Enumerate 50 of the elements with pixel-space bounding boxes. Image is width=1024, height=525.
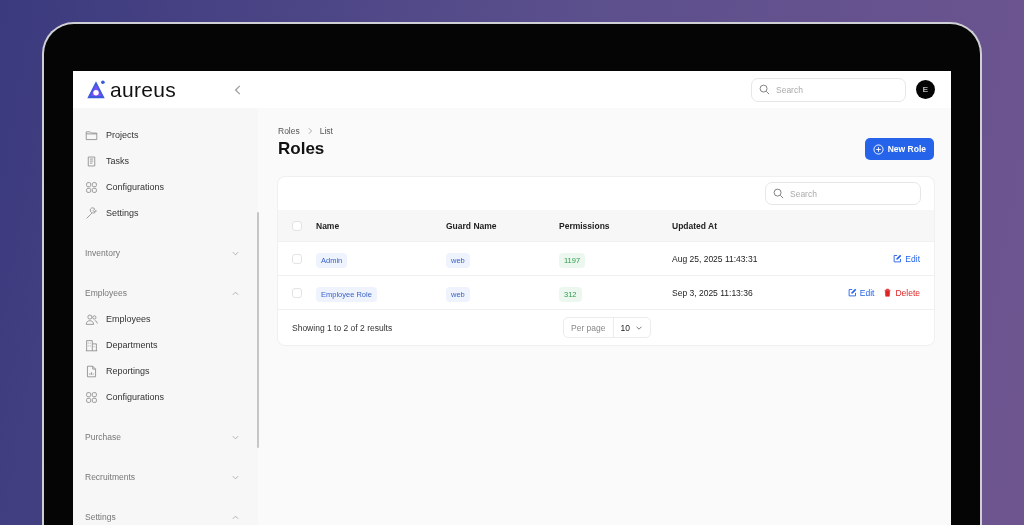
sidebar-group-header[interactable]: Inventory bbox=[85, 240, 245, 266]
search-field[interactable]: Search bbox=[751, 77, 906, 102]
sidebar-group-header[interactable]: Employees bbox=[85, 280, 245, 306]
sidebar-item[interactable]: Reportings bbox=[85, 358, 245, 384]
wrench-icon bbox=[85, 206, 98, 220]
sidebar-item[interactable]: Projects bbox=[85, 122, 245, 148]
table-cell-text: Aug 25, 2025 11:43:31 bbox=[672, 253, 759, 264]
new-role-button[interactable]: New Role bbox=[864, 138, 934, 160]
results-summary: Showing 1 to 2 of 2 results bbox=[292, 322, 394, 333]
edit-link[interactable]: Edit bbox=[847, 287, 875, 298]
breadcrumb-link[interactable]: Roles bbox=[278, 126, 300, 136]
sidebar-item[interactable]: Settings bbox=[85, 200, 245, 226]
column-header: Name bbox=[316, 220, 341, 231]
sidebar-group-header[interactable]: Settings bbox=[85, 504, 245, 525]
people-icon bbox=[85, 312, 98, 326]
column-header: Updated At bbox=[672, 220, 718, 231]
trash-icon bbox=[883, 288, 893, 297]
sidebar-item[interactable]: Configurations bbox=[85, 384, 245, 410]
search-field[interactable]: Search bbox=[765, 182, 921, 205]
chevron-right-icon bbox=[305, 127, 314, 135]
grid-icon bbox=[85, 180, 98, 194]
sidebar-item[interactable]: Tasks bbox=[85, 148, 245, 174]
row-checkbox[interactable] bbox=[292, 253, 302, 264]
row-checkbox[interactable] bbox=[292, 287, 302, 298]
sidebar-item[interactable]: Departments bbox=[85, 332, 245, 358]
sidebar-group-header[interactable]: Purchase bbox=[85, 424, 245, 450]
building-icon bbox=[85, 338, 98, 352]
sidebar-item[interactable]: Configurations bbox=[85, 174, 245, 200]
select-all-checkbox[interactable] bbox=[292, 220, 302, 231]
edit-link[interactable]: Edit bbox=[893, 253, 920, 264]
plus-circle-icon bbox=[872, 143, 884, 155]
document-icon bbox=[85, 364, 98, 378]
sidebar-group-header[interactable]: Recruitments bbox=[85, 464, 245, 490]
page-title: Roles bbox=[278, 139, 325, 159]
brand-name: aureus bbox=[110, 79, 176, 100]
folder-icon bbox=[85, 128, 98, 142]
delete-link[interactable]: Delete bbox=[883, 287, 920, 298]
clipboard-icon bbox=[85, 154, 98, 168]
logo-icon bbox=[85, 78, 107, 101]
table-cell-text: Sep 3, 2025 11:13:36 bbox=[672, 287, 754, 298]
edit-icon bbox=[893, 254, 903, 263]
grid-icon bbox=[85, 390, 98, 404]
per-page-select[interactable]: Per page 10 bbox=[563, 317, 651, 338]
edit-icon bbox=[847, 288, 857, 297]
scrollbar[interactable] bbox=[257, 212, 259, 448]
sidebar-item[interactable]: Employees bbox=[85, 306, 245, 332]
column-header: Guard Name bbox=[446, 220, 498, 231]
column-header: Permissions bbox=[559, 220, 611, 231]
user-avatar[interactable]: E bbox=[916, 80, 935, 99]
breadcrumb-link[interactable]: List bbox=[319, 126, 333, 136]
